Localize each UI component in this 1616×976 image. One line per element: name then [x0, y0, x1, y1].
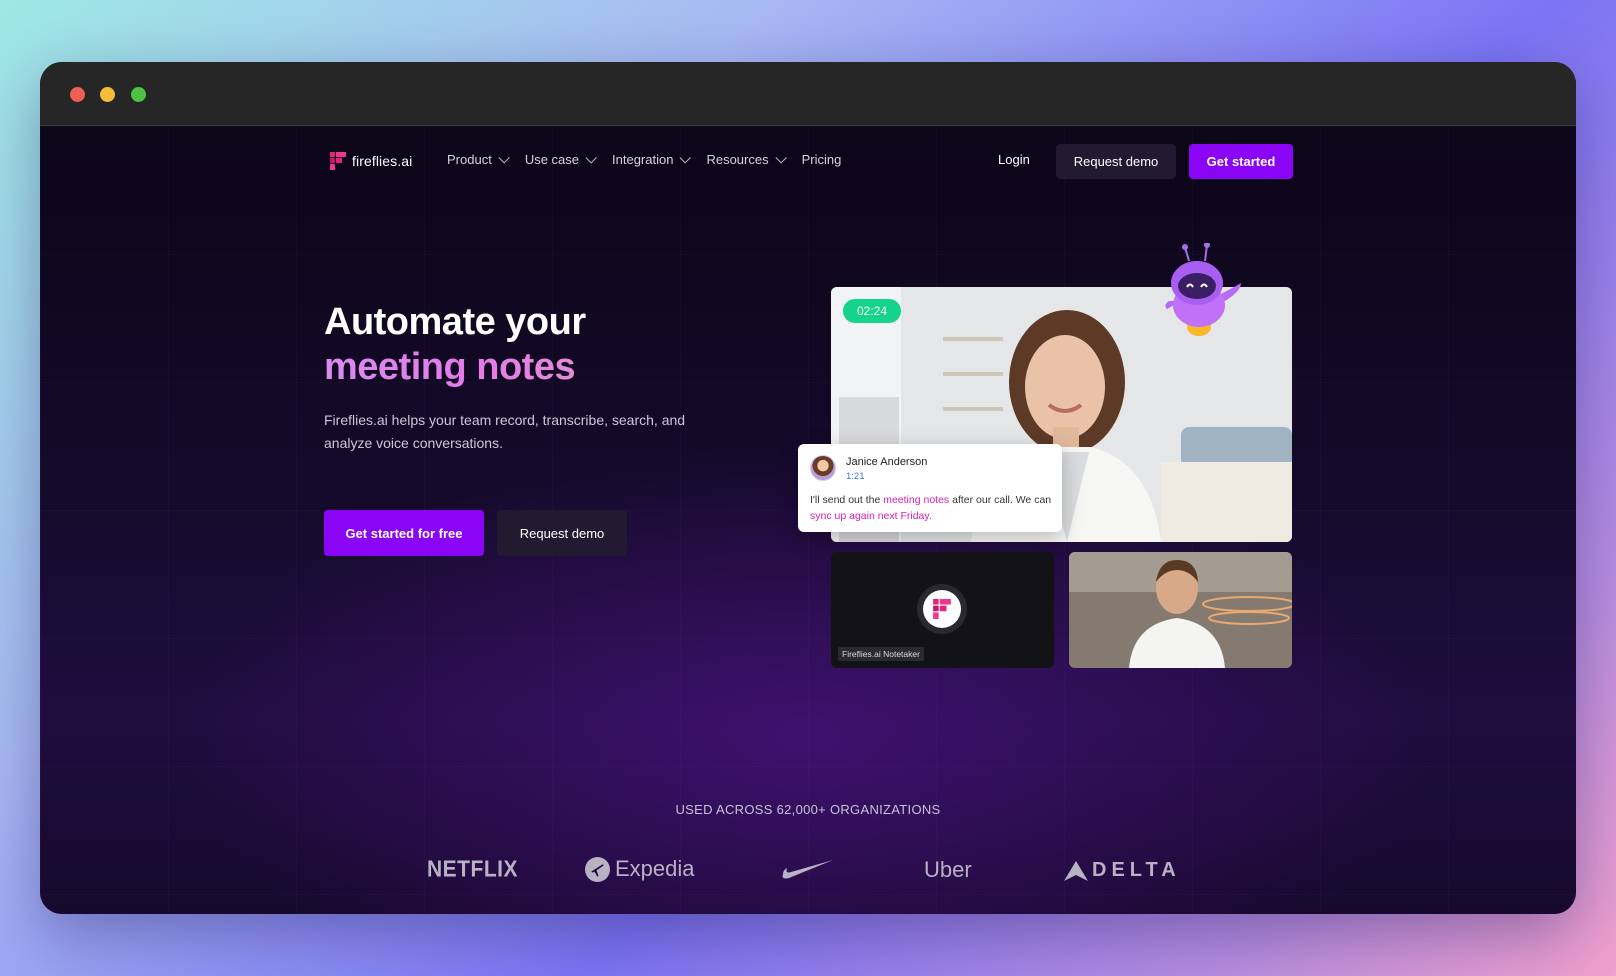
transcript-quote: I'll send out the meeting notes after ou…: [810, 492, 1054, 524]
expedia-logo: Expedia: [585, 856, 695, 882]
hero-title: Automate your meeting notes: [324, 300, 586, 390]
nav-item-label: Product: [447, 152, 492, 167]
main-menu: Product Use case Integration Resources P…: [447, 151, 842, 167]
nav-item-label: Pricing: [801, 152, 842, 167]
chevron-down-icon: [775, 151, 787, 164]
quote-text: I'll send out the: [810, 494, 884, 506]
request-demo-nav-button[interactable]: Request demo: [1056, 144, 1176, 179]
nav-item-resources[interactable]: Resources: [706, 151, 787, 167]
uber-logo: Uber: [924, 857, 972, 882]
fireflies-logo-icon: [330, 152, 346, 170]
minimize-window-button[interactable]: [100, 87, 115, 102]
nav-item-integration[interactable]: Integration: [612, 151, 692, 167]
top-navigation: fireflies.ai Product Use case Integratio…: [40, 126, 1576, 198]
login-link[interactable]: Login: [998, 152, 1030, 167]
recording-timer: 02:24: [843, 299, 901, 323]
nav-item-product[interactable]: Product: [447, 151, 510, 167]
netflix-logo: NETFLIX: [427, 856, 518, 883]
participant-video-tile: [1069, 552, 1292, 668]
quote-highlight: meeting notes: [883, 494, 950, 506]
hero-title-line1: Automate your: [324, 301, 586, 343]
chevron-down-icon: [498, 151, 510, 164]
speaker-timestamp[interactable]: 1:21: [846, 471, 865, 482]
browser-window: fireflies.ai Product Use case Integratio…: [40, 62, 1576, 914]
fireflies-logo[interactable]: fireflies.ai: [330, 152, 412, 170]
delta-logo-text: DELTA: [1092, 859, 1181, 881]
nav-item-label: Use case: [524, 152, 580, 167]
delta-logo: DELTA: [1064, 859, 1181, 882]
nav-item-use-case[interactable]: Use case: [524, 151, 597, 167]
nike-logo: [781, 858, 833, 885]
get-started-free-button[interactable]: Get started for free: [324, 510, 484, 556]
maximize-window-button[interactable]: [131, 87, 146, 102]
hero-title-line2: meeting notes: [324, 346, 576, 388]
notetaker-video-tile: Fireflies.ai Notetaker: [831, 552, 1054, 668]
hero-subtitle: Fireflies.ai helps your team record, tra…: [324, 412, 686, 451]
nike-swoosh-icon: [782, 860, 833, 879]
request-demo-button[interactable]: Request demo: [497, 510, 627, 556]
window-titlebar: [40, 62, 1576, 126]
avatar: [810, 455, 836, 481]
close-window-button[interactable]: [70, 87, 85, 102]
quote-highlight: sync up again next Friday.: [810, 510, 932, 522]
notetaker-label: Fireflies.ai Notetaker: [838, 647, 924, 661]
social-proof-heading: USED ACROSS 62,000+ ORGANIZATIONS: [675, 802, 941, 817]
nav-item-label: Resources: [706, 152, 769, 167]
plane-icon: [585, 856, 610, 882]
fireflies-bot-mascot-icon: [1165, 243, 1241, 336]
nav-item-label: Integration: [612, 152, 674, 167]
transcript-card: Janice Anderson 1:21 I'll send out the m…: [798, 444, 1062, 532]
delta-widget-icon: [1064, 860, 1088, 881]
man-video-image: [1069, 552, 1292, 668]
logo-text: fireflies.ai: [352, 153, 413, 169]
get-started-nav-button[interactable]: Get started: [1189, 144, 1293, 179]
landing-page: fireflies.ai Product Use case Integratio…: [40, 126, 1576, 914]
nav-item-pricing[interactable]: Pricing: [802, 152, 842, 167]
speaker-name: Janice Anderson: [846, 456, 928, 468]
quote-text: after our call. We can: [949, 494, 1052, 506]
fireflies-logo-icon: [933, 599, 951, 619]
chevron-down-icon: [585, 151, 597, 164]
chevron-down-icon: [679, 151, 692, 164]
notetaker-avatar: [917, 584, 967, 634]
expedia-logo-text: Expedia: [615, 856, 695, 881]
